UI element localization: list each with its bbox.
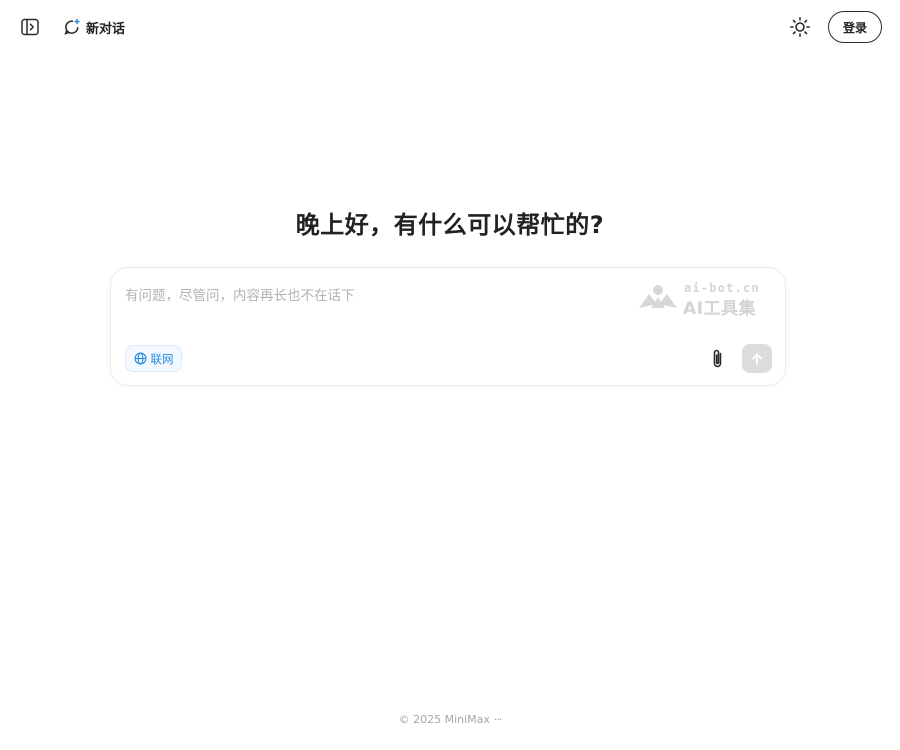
greeting-heading: 晚上好，有什么可以帮忙的? — [295, 211, 605, 239]
copyright-text: © 2025 MiniMax — [398, 713, 490, 726]
page: 新对话 登录 晚上好，有什么可以帮忙的? 有问题，尽管问，内容再长也不在话下 a… — [0, 0, 900, 750]
footer-more-button[interactable]: ··· — [494, 713, 502, 726]
globe-icon — [134, 352, 146, 365]
theme-toggle-button[interactable] — [789, 16, 811, 38]
message-input[interactable] — [125, 284, 625, 324]
attach-file-button[interactable] — [707, 347, 729, 371]
new-chat-label: 新对话 — [86, 21, 126, 37]
watermark: ai-bot.cn AI工具集 — [637, 280, 767, 319]
watermark-logo-icon — [639, 285, 677, 308]
new-chat-icon — [64, 18, 80, 35]
paperclip-icon — [713, 349, 722, 368]
watermark-brand: AI工具集 — [683, 299, 756, 319]
watermark-domain: ai-bot.cn — [684, 281, 760, 295]
sidebar-toggle-button[interactable] — [20, 17, 40, 37]
sidebar-toggle-icon — [21, 18, 39, 36]
web-search-toggle[interactable]: 联网 — [125, 345, 182, 372]
new-chat-button[interactable]: 新对话 — [63, 16, 125, 38]
sun-icon — [789, 16, 811, 38]
send-button[interactable] — [742, 344, 772, 373]
web-search-label: 联网 — [150, 351, 174, 366]
arrow-up-icon — [752, 353, 762, 365]
top-bar: 新对话 登录 — [0, 0, 900, 54]
chat-composer: ai-bot.cn AI工具集 联网 — [110, 267, 786, 386]
login-button[interactable]: 登录 — [828, 11, 882, 43]
footer: © 2025 MiniMax ··· — [0, 713, 900, 726]
